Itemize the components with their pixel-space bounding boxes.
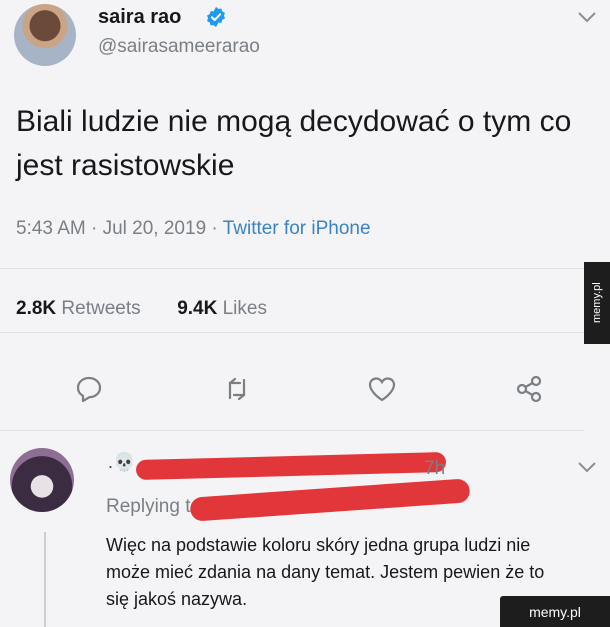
tweet-text: Biali ludzie nie mogą decydować o tym co… xyxy=(16,105,572,182)
chevron-down-icon[interactable] xyxy=(576,460,598,474)
like-icon[interactable] xyxy=(367,374,397,404)
watermark: memy.pl xyxy=(500,596,610,627)
reply-text: Więc na podstawie koloru skóry jedna gru… xyxy=(106,535,545,609)
tweet-source[interactable]: Twitter for iPhone xyxy=(223,218,371,239)
reply-author-name-prefix: .💀 xyxy=(108,452,136,472)
share-icon[interactable] xyxy=(514,374,544,404)
retweets-count: 2.8K xyxy=(16,298,57,319)
replying-to-label: Replying to xyxy=(106,496,202,517)
likes-stat[interactable]: 9.4K Likes xyxy=(177,298,267,319)
meta-separator: · xyxy=(91,218,103,239)
reply-icon[interactable] xyxy=(74,374,104,404)
retweets-label: Retweets xyxy=(61,298,141,319)
tweet-meta: 5:43 AM · Jul 20, 2019 · Twitter for iPh… xyxy=(16,218,371,240)
thread-line xyxy=(44,532,46,627)
meta-separator: · xyxy=(211,218,223,239)
tweet-stats: 2.8K Retweets 9.4K Likes xyxy=(16,298,267,320)
chevron-down-icon[interactable] xyxy=(576,10,598,24)
verified-badge-icon xyxy=(207,6,225,28)
reply-time[interactable]: 7h xyxy=(424,458,445,480)
redaction-bar xyxy=(135,451,447,481)
side-watermark: memy.pl xyxy=(584,262,610,344)
divider xyxy=(0,430,584,431)
author-avatar[interactable] xyxy=(14,4,76,66)
divider xyxy=(0,268,584,269)
likes-label: Likes xyxy=(222,298,267,319)
author-name[interactable]: saira rao xyxy=(98,6,181,29)
redaction-bar xyxy=(189,478,471,522)
divider xyxy=(0,332,584,333)
retweets-stat[interactable]: 2.8K Retweets xyxy=(16,298,141,319)
author-handle[interactable]: @sairasameerarao xyxy=(98,36,260,58)
tweet-time: 5:43 AM xyxy=(16,218,86,239)
reply-author-avatar[interactable] xyxy=(10,448,74,512)
likes-count: 9.4K xyxy=(177,298,218,319)
tweet-date[interactable]: Jul 20, 2019 xyxy=(103,218,207,239)
retweet-icon[interactable] xyxy=(222,374,252,404)
